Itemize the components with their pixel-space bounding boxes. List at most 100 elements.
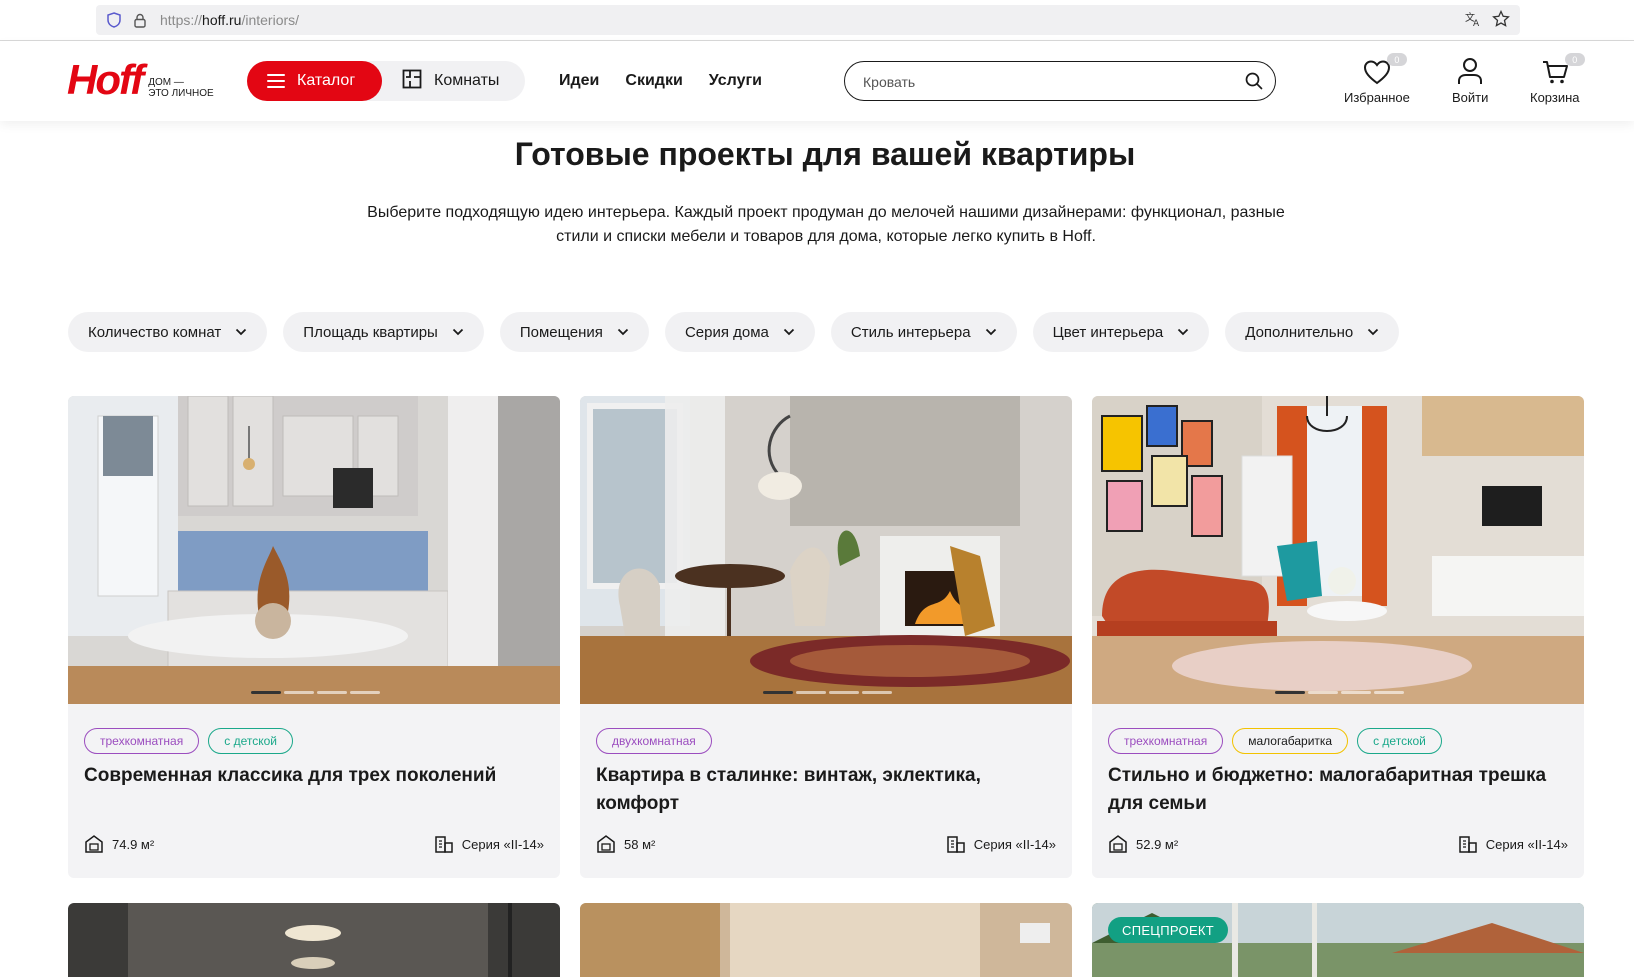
- pagination-dot[interactable]: [284, 691, 314, 694]
- nav-ideas[interactable]: Идеи: [559, 72, 599, 90]
- catalog-button[interactable]: Каталог: [247, 61, 382, 101]
- rooms-label: Комнаты: [434, 72, 500, 89]
- filter-label: Количество комнат: [88, 323, 222, 341]
- filter-interior-style[interactable]: Стиль интерьера: [830, 312, 1017, 352]
- rooms-button[interactable]: Комнаты: [402, 61, 499, 101]
- nav-discounts[interactable]: Скидки: [625, 72, 682, 90]
- cart-count-badge: 0: [1564, 53, 1585, 66]
- special-project-badge: СПЕЦПРОЕКТ: [1108, 917, 1229, 943]
- translate-icon[interactable]: 文A: [1464, 10, 1482, 33]
- tag-room-count[interactable]: трехкомнатная: [84, 728, 200, 754]
- url-path: /interiors/: [241, 12, 300, 28]
- chevron-down-icon: [783, 328, 795, 336]
- tag-room-count[interactable]: двухкомнатная: [596, 728, 712, 754]
- project-card-partial[interactable]: [68, 903, 560, 977]
- area-icon: [1109, 835, 1127, 853]
- filter-room-count[interactable]: Количество комнат: [68, 312, 268, 352]
- intro-line-2: стили и списки мебели и товаров для дома…: [556, 228, 1096, 245]
- tag-kids-room[interactable]: с детской: [208, 728, 293, 754]
- filter-house-series[interactable]: Серия дома: [664, 312, 815, 352]
- card-title[interactable]: Квартира в сталинке: винтаж, эклектика, …: [596, 762, 1046, 818]
- area-icon: [597, 835, 615, 853]
- pagination-dot[interactable]: [251, 691, 281, 694]
- hoff-logo[interactable]: Hoff дом — это личное: [67, 59, 214, 101]
- card-title[interactable]: Современная классика для трех поколений: [84, 762, 534, 790]
- filter-additional[interactable]: Дополнительно: [1225, 312, 1400, 352]
- pagination-dot[interactable]: [1308, 691, 1338, 694]
- project-card[interactable]: трехкомнатная с детской Современная клас…: [68, 396, 560, 878]
- chevron-down-icon: [985, 328, 997, 336]
- card-area: 52.9 м²: [1108, 834, 1178, 854]
- chevron-down-icon: [1367, 328, 1379, 336]
- project-card[interactable]: трехкомнатная малогабаритка с детской Ст…: [1092, 396, 1584, 878]
- building-icon: [1459, 836, 1477, 853]
- photo-pagination[interactable]: [763, 691, 892, 694]
- pagination-dot[interactable]: [829, 691, 859, 694]
- filter-label: Серия дома: [684, 323, 769, 341]
- chevron-down-icon: [617, 328, 629, 336]
- cart-label: Корзина: [1530, 90, 1580, 105]
- cart-icon: 0: [1541, 53, 1585, 85]
- url-prefix: https://: [160, 12, 203, 28]
- pagination-dot[interactable]: [862, 691, 892, 694]
- chevron-down-icon: [1177, 328, 1189, 336]
- pagination-dot[interactable]: [1374, 691, 1404, 694]
- search-icon[interactable]: [1245, 72, 1263, 95]
- favorites-button[interactable]: 0 Избранное: [1344, 53, 1410, 105]
- project-photo-living-room[interactable]: [580, 396, 1072, 704]
- url-host: hoff.ru: [202, 12, 242, 28]
- card-tags: трехкомнатная малогабаритка с детской: [1108, 728, 1442, 754]
- card-title[interactable]: Стильно и бюджетно: малогабаритная трешк…: [1108, 762, 1558, 818]
- url-text[interactable]: https://hoff.ru/interiors/: [160, 12, 299, 28]
- tag-small-apartment[interactable]: малогабаритка: [1232, 728, 1349, 754]
- search-input[interactable]: [863, 71, 1223, 93]
- pagination-dot[interactable]: [350, 691, 380, 694]
- area-value: 74.9 м²: [112, 836, 155, 852]
- chevron-down-icon: [235, 328, 247, 336]
- tag-room-count[interactable]: трехкомнатная: [1108, 728, 1224, 754]
- project-card-partial[interactable]: СПЕЦПРОЕКТ: [1092, 903, 1584, 977]
- logo-tagline: дом — это личное: [148, 77, 214, 99]
- login-button[interactable]: Войти: [1452, 55, 1488, 105]
- favorites-label: Избранное: [1344, 90, 1410, 105]
- tag-kids-room[interactable]: с детской: [1357, 728, 1442, 754]
- series-value: Серия «II-14»: [973, 836, 1056, 852]
- login-label: Войти: [1452, 90, 1489, 105]
- address-bar[interactable]: https://hoff.ru/interiors/ 文A: [96, 5, 1520, 35]
- project-photo-red-sofa-room[interactable]: [1092, 396, 1584, 704]
- floorplan-icon: [402, 69, 422, 94]
- project-card[interactable]: двухкомнатная Квартира в сталинке: винта…: [580, 396, 1072, 878]
- pagination-dot[interactable]: [1275, 691, 1305, 694]
- filter-label: Стиль интерьера: [850, 323, 971, 341]
- filter-rooms[interactable]: Помещения: [499, 312, 649, 352]
- catalog-rooms-switch: Каталог Комнаты: [247, 61, 525, 101]
- favorites-count-badge: 0: [1386, 53, 1407, 66]
- shield-icon[interactable]: [104, 10, 124, 30]
- catalog-label: Каталог: [297, 72, 356, 89]
- project-photo-kitchen[interactable]: [68, 396, 560, 704]
- area-value: 52.9 м²: [1136, 836, 1179, 852]
- nav-services[interactable]: Услуги: [709, 72, 762, 90]
- card-area: 58 м²: [596, 834, 655, 854]
- page-title: Готовые проекты для вашей квартиры: [514, 136, 1136, 172]
- filter-interior-color[interactable]: Цвет интерьера: [1032, 312, 1210, 352]
- project-card-partial[interactable]: [580, 903, 1072, 977]
- photo-pagination[interactable]: [251, 691, 380, 694]
- lock-icon[interactable]: [130, 10, 150, 30]
- page-intro: Выберите подходящую идею интерьера. Кажд…: [330, 201, 1322, 249]
- filter-apartment-area[interactable]: Площадь квартиры: [283, 312, 484, 352]
- cart-button[interactable]: 0 Корзина: [1530, 53, 1585, 105]
- pagination-dot[interactable]: [796, 691, 826, 694]
- pagination-dot[interactable]: [1341, 691, 1371, 694]
- card-tags: двухкомнатная: [596, 728, 712, 754]
- pagination-dot[interactable]: [317, 691, 347, 694]
- filter-label: Помещения: [519, 323, 603, 341]
- filter-bar: Количество комнат Площадь квартиры Помещ…: [68, 312, 1400, 352]
- logo-tagline-1: дом —: [148, 77, 184, 88]
- pagination-dot[interactable]: [763, 691, 793, 694]
- card-tags: трехкомнатная с детской: [84, 728, 293, 754]
- site-header: Hoff дом — это личное Каталог Комнаты Иде…: [0, 41, 1634, 121]
- photo-pagination[interactable]: [1275, 691, 1404, 694]
- bookmark-star-icon[interactable]: [1492, 9, 1510, 33]
- user-icon: [1456, 55, 1484, 85]
